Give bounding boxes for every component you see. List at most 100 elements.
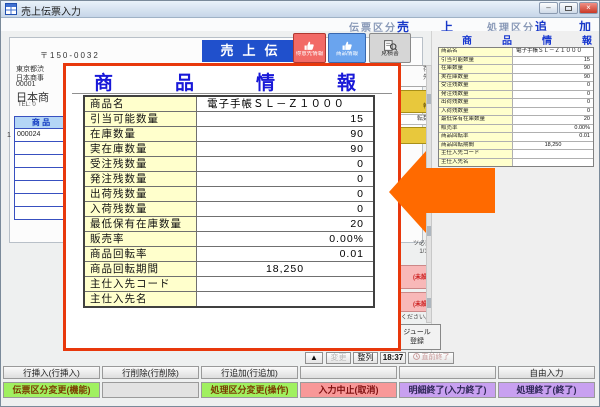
table-row: 販売率0.00% xyxy=(85,232,373,247)
field-label: 最低保有在庫数量 xyxy=(439,116,513,124)
table-row: 入荷残数量0 xyxy=(439,108,593,117)
row-insert-button[interactable]: 行挿入(行挿入) xyxy=(3,366,100,379)
postal-code: 〒150-0032 xyxy=(40,50,100,61)
field-label: 商品回転期間 xyxy=(85,262,197,276)
slip-title: 売上伝票 xyxy=(202,40,296,62)
field-value: 90 xyxy=(197,142,373,156)
customer-code: 00001 xyxy=(16,81,35,88)
change-button[interactable]: 変更 xyxy=(326,352,351,364)
field-label: 商品名 xyxy=(85,97,197,111)
field-label: 発注残数量 xyxy=(439,91,513,99)
product-info-popup: 商品情報 商品名電子手帳ＳＬ－Ｚ１０００引当可能数量15在庫数量90実在庫数量9… xyxy=(63,63,401,351)
maximize-icon xyxy=(565,6,572,11)
grid-row-number: 1 xyxy=(7,132,11,139)
field-label: 引当可能数量 xyxy=(85,112,197,126)
field-value: 90 xyxy=(197,127,373,141)
blank-function-button[interactable] xyxy=(300,366,397,379)
panel-title: 商品情報 xyxy=(432,32,599,47)
field-value: 18,250 xyxy=(197,262,373,276)
table-row: 発注残数量0 xyxy=(439,91,593,100)
field-value: 20 xyxy=(513,116,593,124)
detail-end-button[interactable]: 明細終了(入力終了) xyxy=(399,382,496,398)
product-info-table: 商品名電子手帳ＳＬ－Ｚ１０００引当可能数量15在庫数量90実在庫数量90受注残数… xyxy=(83,95,375,308)
field-label: 主仕入先コード xyxy=(439,150,513,158)
table-row: 商品名電子手帳ＳＬ－Ｚ１０００ xyxy=(439,48,593,57)
field-label: 実在庫数量 xyxy=(439,74,513,82)
row-delete-button[interactable]: 行削除(行削除) xyxy=(102,366,199,379)
slip-type-change-button[interactable]: 伝票区分変更(機能) xyxy=(3,382,100,398)
slip-type-label: 伝票区分 xyxy=(349,19,397,34)
grid-cell-code[interactable]: 000024 xyxy=(14,129,68,142)
field-label: 引当可能数量 xyxy=(439,57,513,65)
grid-cell-empty[interactable] xyxy=(14,181,68,194)
minimize-button[interactable]: – xyxy=(539,2,558,14)
field-value: 0 xyxy=(513,108,593,116)
grid-cell-empty[interactable] xyxy=(14,168,68,181)
prev-end-label: 直前終了 xyxy=(421,354,449,361)
field-label: 商品回転率 xyxy=(439,133,513,141)
close-button[interactable]: × xyxy=(579,2,598,14)
table-row: 実在庫数量90 xyxy=(85,142,373,157)
estimate-button[interactable]: 見積書 xyxy=(369,33,411,63)
prev-end-button[interactable]: 直前終了 xyxy=(408,352,454,364)
field-label: 主仕入先名 xyxy=(85,292,197,306)
grid-cell-empty[interactable] xyxy=(14,207,68,220)
field-value: 18,250 xyxy=(513,142,593,150)
free-input-button[interactable]: 自由入力 xyxy=(498,366,595,379)
field-value xyxy=(513,150,593,158)
field-label: 入荷残数量 xyxy=(439,108,513,116)
table-row: 在庫数量90 xyxy=(85,127,373,142)
product-info-button[interactable]: 商品情報 xyxy=(328,33,366,63)
thumbs-up-icon xyxy=(303,40,316,51)
field-label: 最低保有在庫数量 xyxy=(85,217,197,231)
table-row: 商品名電子手帳ＳＬ－Ｚ１０００ xyxy=(85,97,373,112)
field-label: 入荷残数量 xyxy=(85,202,197,216)
blank-function-button[interactable] xyxy=(399,366,496,379)
scrollbar-thumb[interactable] xyxy=(427,226,431,236)
field-value: 15 xyxy=(513,57,593,65)
customer-info-button[interactable]: 得意先情報 xyxy=(293,33,326,63)
estimate-label: 見積書 xyxy=(381,51,399,57)
field-label: 受注残数量 xyxy=(439,82,513,90)
scroll-up-button[interactable]: ▲ xyxy=(305,352,323,364)
field-value: 20 xyxy=(197,217,373,231)
field-label: 出荷残数量 xyxy=(85,187,197,201)
input-cancel-button[interactable]: 入力中止(取消) xyxy=(300,382,397,398)
field-value: 電子手帳ＳＬ－Ｚ１０００ xyxy=(513,48,593,56)
callout-arrow-head-icon xyxy=(389,151,426,233)
field-label: 販売率 xyxy=(439,125,513,133)
row-append-button[interactable]: 行追加(行追加) xyxy=(201,366,298,379)
blank-function-button[interactable] xyxy=(102,382,199,398)
popup-title: 商品情報 xyxy=(66,68,398,95)
sort-button[interactable]: 整列 xyxy=(353,352,378,364)
field-label: 受注残数量 xyxy=(85,157,197,171)
field-value: 0 xyxy=(513,82,593,90)
field-value: 0 xyxy=(197,202,373,216)
field-label: 商品回転期間 xyxy=(439,142,513,150)
table-row: 受注残数量0 xyxy=(85,157,373,172)
title-bar: 売上伝票入力 – × xyxy=(1,1,600,18)
field-label: 商品名 xyxy=(439,48,513,56)
table-row: 受注残数量0 xyxy=(439,82,593,91)
grid-header-product: 商 品 xyxy=(14,116,68,129)
process-type-change-button[interactable]: 処理区分変更(操作) xyxy=(201,382,298,398)
field-label: 主仕入先名 xyxy=(439,159,513,167)
table-row: 商品回転率0.01 xyxy=(439,133,593,142)
grid-cell-empty[interactable] xyxy=(14,155,68,168)
app-window: 売上伝票入力 – × 伝票区分 売 上 処理区分 追 加 〒150-0032 東… xyxy=(0,0,600,407)
scrollbar-thumb[interactable] xyxy=(427,298,431,308)
customer-info-label: 得意先情報 xyxy=(296,51,324,57)
maximize-button[interactable] xyxy=(559,2,578,14)
field-value: 0 xyxy=(197,172,373,186)
detail-grid: 1 商 品 000024 xyxy=(14,116,68,220)
field-value: 0.01 xyxy=(197,247,373,261)
field-value: 0 xyxy=(197,187,373,201)
table-row: 主仕入先コード xyxy=(439,150,593,159)
grid-cell-empty[interactable] xyxy=(14,194,68,207)
table-row: 最低保有在庫数量20 xyxy=(85,217,373,232)
scrollbar-thumb[interactable] xyxy=(427,94,431,104)
process-end-button[interactable]: 処理終了(終了) xyxy=(498,382,595,398)
grid-cell-empty[interactable] xyxy=(14,142,68,155)
field-label: 発注残数量 xyxy=(85,172,197,186)
field-value: 0 xyxy=(197,157,373,171)
